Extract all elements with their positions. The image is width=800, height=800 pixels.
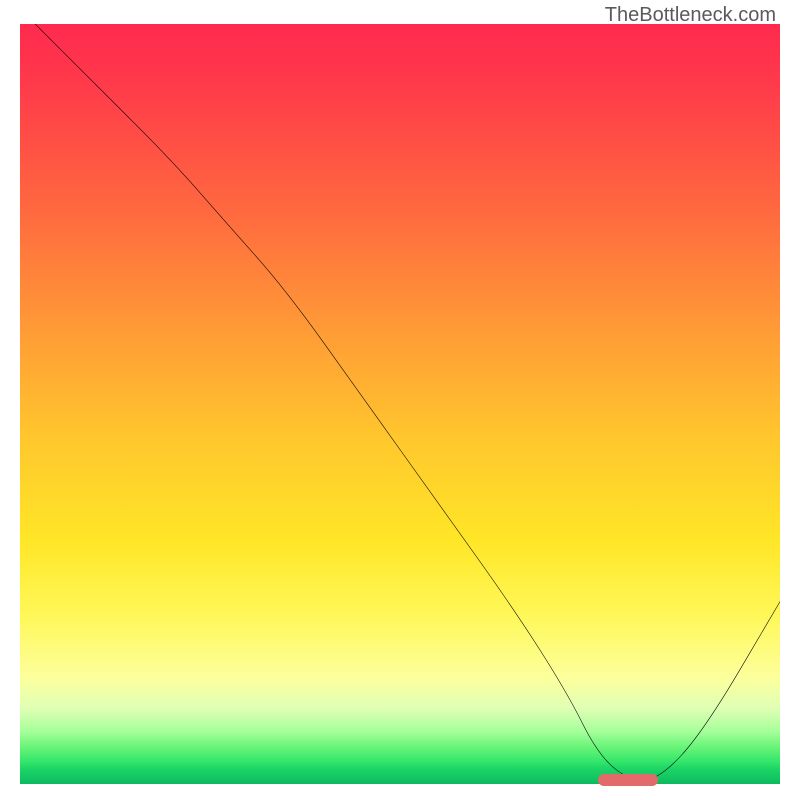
chart-curve-path — [35, 24, 780, 780]
chart-plot-area — [20, 24, 780, 784]
chart-highlight-marker — [598, 774, 659, 786]
chart-curve — [20, 24, 780, 784]
